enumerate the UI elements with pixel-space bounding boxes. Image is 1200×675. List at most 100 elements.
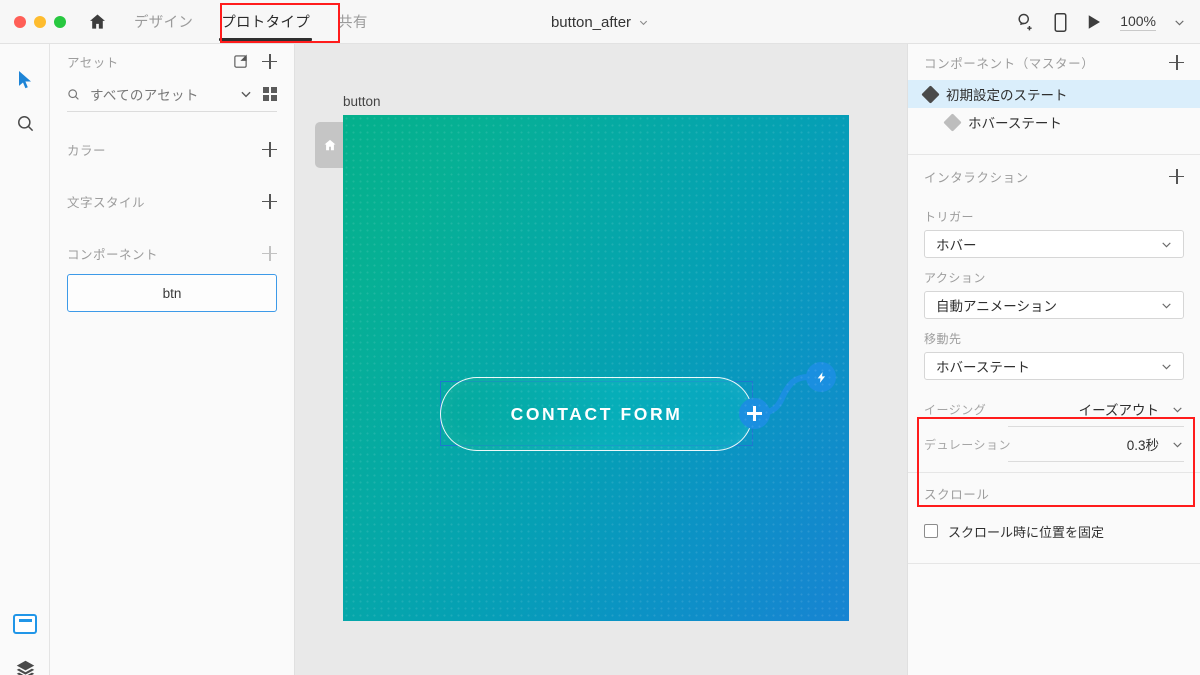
action-label: アクション [924,271,986,285]
add-interaction-button[interactable] [1169,168,1184,184]
window-controls [0,15,66,28]
assets-search-row[interactable]: すべてのアセット [67,84,277,112]
assets-section-character-styles-label: 文字スタイル [67,195,146,210]
add-asset-button[interactable] [262,53,277,69]
invite-user-icon[interactable] [1015,12,1036,33]
layers-panel-toggle-button[interactable] [0,652,50,675]
maximize-window-button[interactable] [54,15,66,28]
chevron-down-icon [1173,441,1182,448]
trigger-label: トリガー [924,210,975,224]
state-row-hover[interactable]: ホバーステート [908,108,1200,136]
duration-label: デュレーション [924,437,1012,452]
interaction-header: インタラクション [908,155,1200,197]
search-icon [68,88,79,100]
add-component-button[interactable] [262,245,277,261]
assets-panel-icon [13,614,37,634]
play-desktop-preview-icon[interactable] [1085,13,1103,31]
tab-prototype[interactable]: プロトタイプ [207,0,324,44]
component-asset-item[interactable]: btn [67,274,277,312]
prototype-properties-panel: コンポーネント（マスター） 初期設定のステート ホバーステート インタラクション… [907,44,1200,675]
zoom-tool-button[interactable] [0,106,50,140]
component-selection-frame [440,381,753,446]
trigger-value: ホバー [936,238,977,253]
lightning-bolt-icon[interactable] [806,362,836,392]
fix-position-checkbox[interactable] [924,524,938,538]
easing-value: イーズアウト [1078,403,1159,418]
magnifier-icon [17,115,33,131]
chevron-down-icon [1173,406,1182,413]
artboard-button[interactable]: CONTACT FORM [343,115,849,621]
chevron-down-icon [1162,241,1171,248]
state-diamond-icon [943,112,962,132]
trigger-select[interactable]: ホバー [924,230,1184,258]
chevron-down-icon [1162,302,1171,309]
add-state-button[interactable] [1169,54,1184,70]
xd-application-window: デザイン プロトタイプ 共有 button_after 100% アセット すべ… [0,0,1200,675]
assets-section-colors-label: カラー [67,143,107,158]
home-artboard-icon [324,139,336,151]
easing-row[interactable]: イージング イーズアウト [908,392,1200,426]
canvas-area[interactable]: button CONTACT FORM [295,44,907,675]
title-bar: デザイン プロトタイプ 共有 button_after 100% [0,0,1200,44]
assets-panel: アセット すべてのアセット カラー 文字スタイル コンポーネント btn [50,44,295,675]
left-tool-rail [0,44,50,675]
close-window-button[interactable] [14,15,26,28]
fix-position-label: スクロール時に位置を固定 [948,524,1105,540]
mobile-device-icon[interactable] [1053,12,1068,33]
add-color-button[interactable] [262,141,277,157]
destination-value: ホバーステート [936,360,1030,375]
assets-panel-header: アセット [50,44,294,78]
duration-row[interactable]: デュレーション 0.3秒 [908,427,1200,461]
interaction-title: インタラクション [924,170,1029,185]
action-value: 自動アニメーション [936,299,1057,314]
tab-share[interactable]: 共有 [324,0,382,44]
assets-section-colors: カラー [50,134,294,164]
assets-filter-value[interactable]: すべてのアセット [90,84,229,104]
scroll-title: スクロール [924,487,990,502]
duration-value: 0.3秒 [1126,438,1159,453]
artboard-name-label[interactable]: button [343,94,381,109]
layers-stack-icon [16,660,34,675]
contact-form-button-label: CONTACT FORM [510,403,683,424]
assets-section-components-label: コンポーネント [67,247,159,262]
zoom-level-value[interactable]: 100% [1120,13,1156,31]
destination-label: 移動先 [924,332,962,346]
artboard-home-tab[interactable] [315,122,345,168]
titlebar-actions: 100% [1015,0,1186,44]
component-master-title: コンポーネント（マスター） [924,56,1095,71]
cc-libraries-icon[interactable] [233,54,248,69]
chevron-down-icon[interactable] [638,17,649,28]
chevron-down-icon[interactable] [239,87,253,101]
fix-position-when-scrolling-row[interactable]: スクロール時に位置を固定 [908,513,1200,549]
component-master-section: コンポーネント（マスター） 初期設定のステート ホバーステート [908,44,1200,155]
zoom-chevron-down-icon[interactable] [1173,16,1186,29]
chevron-down-icon [1162,363,1171,370]
plus-connector-handle-icon[interactable] [739,398,770,429]
state-row-default[interactable]: 初期設定のステート [908,80,1200,108]
assets-section-components: コンポーネント [50,238,294,268]
cursor-arrow-icon [18,70,31,88]
document-name: button_after [550,13,632,31]
assets-panel-toggle-button[interactable] [0,607,50,641]
home-icon[interactable] [84,9,110,35]
assets-section-character-styles: 文字スタイル [50,186,294,216]
easing-label: イージング [924,402,987,417]
prototype-connector-wire [752,374,812,417]
contact-form-button[interactable]: CONTACT FORM [440,377,753,451]
add-character-style-button[interactable] [262,193,277,209]
state-diamond-icon [921,84,940,104]
scroll-section: スクロール スクロール時に位置を固定 [908,473,1200,564]
minimize-window-button[interactable] [34,15,46,28]
scroll-header: スクロール [908,473,1200,513]
component-master-header: コンポーネント（マスター） [908,44,1200,80]
action-select[interactable]: 自動アニメーション [924,291,1184,319]
mode-tabs: デザイン プロトタイプ 共有 [120,0,382,44]
interaction-section: インタラクション トリガー ホバー アクション 自動アニメーション 移動先 ホバ… [908,155,1200,473]
destination-select[interactable]: ホバーステート [924,352,1184,380]
state-label-default: 初期設定のステート [946,88,1068,103]
select-tool-button[interactable] [0,62,50,96]
state-label-hover: ホバーステート [968,116,1062,131]
tab-design[interactable]: デザイン [120,0,207,44]
assets-panel-title: アセット [67,55,119,70]
grid-view-icon[interactable] [263,87,277,101]
